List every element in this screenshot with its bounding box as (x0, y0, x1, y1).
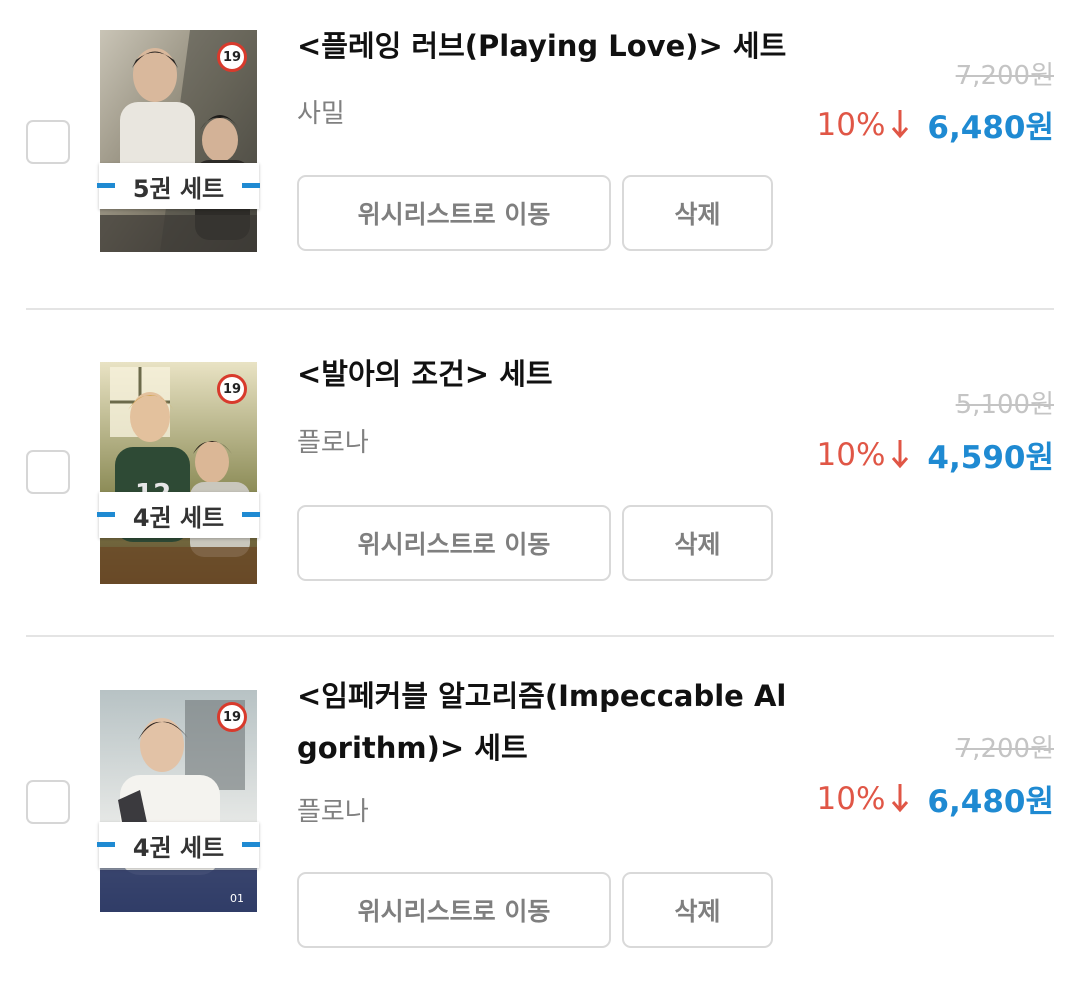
book-cover-image[interactable]: 01 19 (100, 690, 257, 912)
badge-dash-left (97, 183, 115, 188)
book-title[interactable]: <플레잉 러브(Playing Love)> 세트 (297, 20, 797, 72)
book-title[interactable]: <발아의 조건> 세트 (297, 348, 797, 400)
item-checkbox[interactable] (26, 450, 70, 494)
price-row: 10% 6,480원 (817, 102, 1054, 147)
sale-price: 4,590원 (927, 440, 1054, 476)
badge-dash-left (97, 512, 115, 517)
book-cover-image[interactable]: 19 (100, 30, 257, 252)
set-count-badge: 4권 세트 (97, 491, 260, 539)
book-cover-image[interactable]: 12 19 (100, 362, 257, 584)
badge-dash-right (242, 842, 260, 847)
age-rating-badge: 19 (217, 374, 247, 404)
delete-button[interactable]: 삭제 (622, 505, 773, 581)
item-checkbox[interactable] (26, 780, 70, 824)
book-author[interactable]: 플로나 (297, 422, 369, 459)
svg-text:01: 01 (230, 892, 244, 905)
move-to-wishlist-button[interactable]: 위시리스트로 이동 (297, 872, 611, 948)
delete-button[interactable]: 삭제 (622, 175, 773, 251)
set-count-badge: 4권 세트 (97, 821, 260, 869)
set-count-label: 4권 세트 (98, 822, 259, 868)
arrow-down-icon (891, 436, 909, 474)
price-row: 10% 6,480원 (817, 776, 1054, 821)
set-count-label: 4권 세트 (98, 492, 259, 538)
move-to-wishlist-button[interactable]: 위시리스트로 이동 (297, 175, 611, 251)
badge-dash-right (242, 183, 260, 188)
age-rating-badge: 19 (217, 702, 247, 732)
discount-rate: 10% (816, 780, 886, 817)
item-checkbox[interactable] (26, 120, 70, 164)
discount-rate: 10% (816, 436, 886, 473)
badge-dash-left (97, 842, 115, 847)
arrow-down-icon (891, 106, 909, 144)
original-price: 7,200원 (955, 734, 1054, 764)
badge-dash-right (242, 512, 260, 517)
set-count-label: 5권 세트 (98, 163, 259, 209)
item-divider (26, 635, 1054, 637)
book-title[interactable]: <임페커블 알고리즘(Impeccable Algorithm)> 세트 (297, 670, 787, 774)
sale-price: 6,480원 (927, 110, 1054, 146)
item-divider (26, 308, 1054, 310)
arrow-down-icon (891, 780, 909, 818)
price-row: 10% 4,590원 (817, 432, 1054, 477)
set-count-badge: 5권 세트 (97, 162, 260, 210)
move-to-wishlist-button[interactable]: 위시리스트로 이동 (297, 505, 611, 581)
original-price: 5,100원 (955, 390, 1054, 420)
book-author[interactable]: 플로나 (297, 791, 369, 828)
sale-price: 6,480원 (927, 784, 1054, 820)
book-author[interactable]: 사밀 (297, 93, 345, 130)
original-price: 7,200원 (955, 61, 1054, 91)
delete-button[interactable]: 삭제 (622, 872, 773, 948)
discount-rate: 10% (816, 106, 886, 143)
age-rating-badge: 19 (217, 42, 247, 72)
